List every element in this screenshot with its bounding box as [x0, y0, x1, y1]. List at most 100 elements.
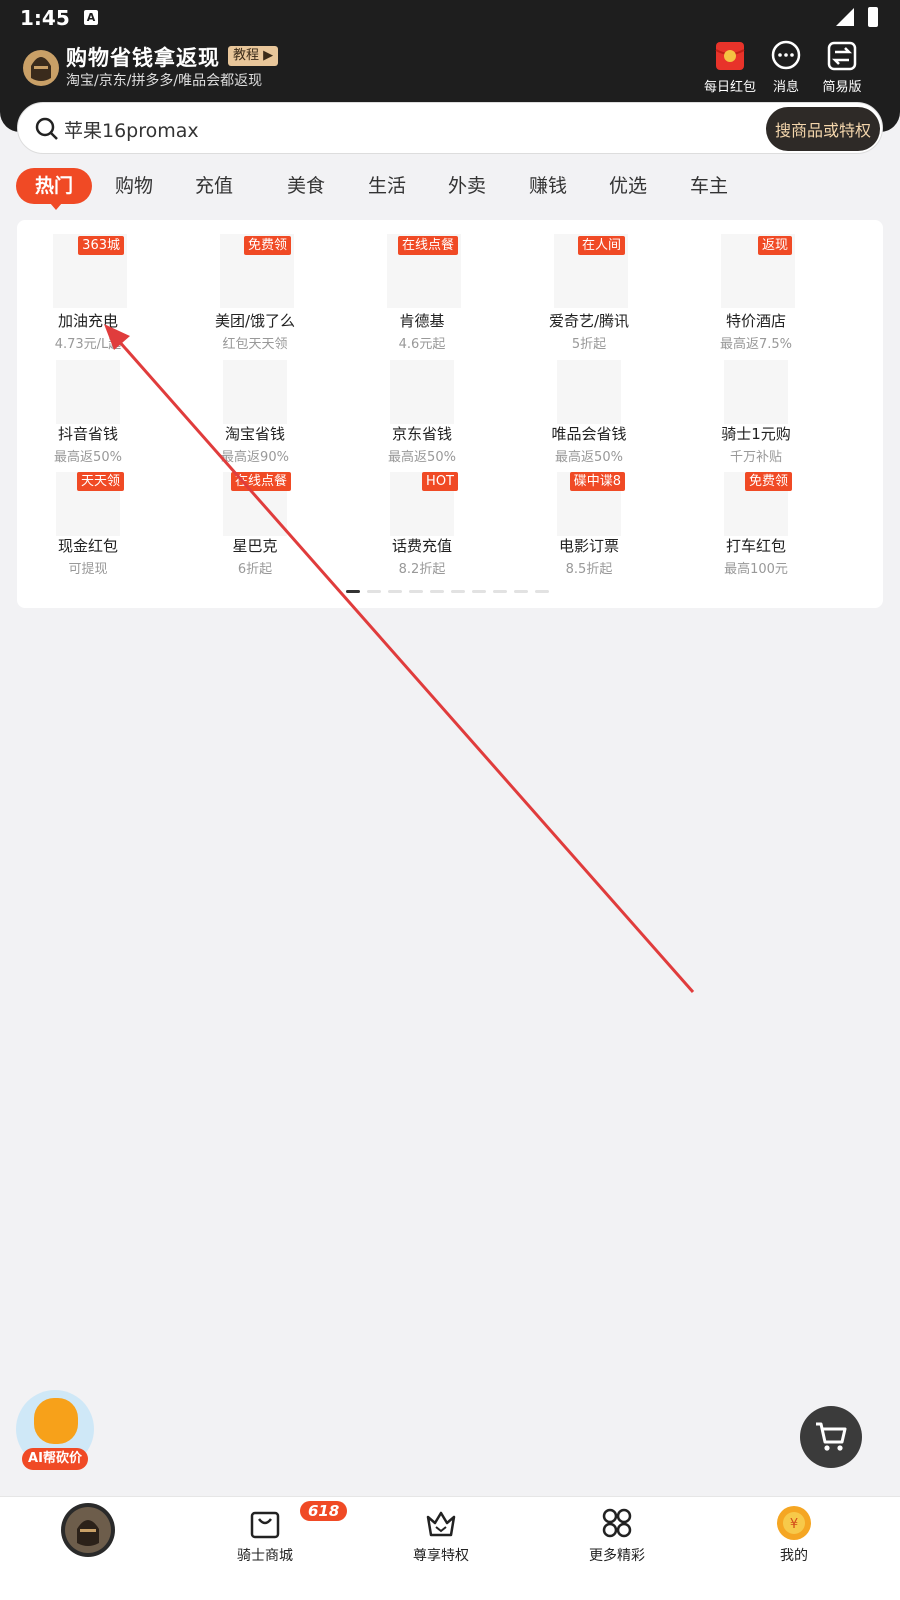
nav-home[interactable] — [28, 1503, 148, 1557]
item-badge: 在人间 — [577, 236, 625, 255]
tab-selected[interactable]: 优选 — [609, 168, 647, 204]
tutorial-button[interactable]: 教程 ▶ — [228, 46, 279, 66]
coin-avatar-icon: ¥ — [777, 1506, 811, 1540]
item-name: 唯品会省钱 — [551, 425, 627, 443]
page-dot — [409, 590, 423, 593]
tutorial-label: 教程 — [233, 48, 260, 63]
page-dot — [346, 590, 360, 593]
grid-item-movie-ticket[interactable]: 碟中谍8 电影订票 8.5折起 — [519, 472, 659, 582]
tab-life[interactable]: 生活 — [368, 168, 406, 204]
message-button[interactable]: 消息 — [756, 40, 816, 95]
item-name: 抖音省钱 — [57, 425, 118, 443]
jd-image — [390, 360, 454, 424]
grid-item-vip[interactable]: 唯品会省钱 最高返50% — [519, 360, 659, 470]
message-icon — [771, 40, 801, 70]
grid-item-phone-recharge[interactable]: HOT 话费充值 8.2折起 — [352, 472, 492, 582]
item-sub: 6折起 — [237, 562, 273, 577]
douyin-image — [56, 360, 120, 424]
shopping-bag-icon — [250, 1511, 280, 1539]
item-name: 美团/饿了么 — [214, 312, 296, 330]
item-badge: HOT — [422, 472, 458, 491]
search-bar: 搜商品或特权 — [17, 102, 883, 154]
tab-car-owner[interactable]: 车主 — [690, 168, 728, 204]
status-time: 1:45 — [20, 6, 70, 30]
item-name: 星巴克 — [232, 537, 278, 555]
grid-item-kfc[interactable]: 在线点餐 肯德基 4.6元起 — [352, 220, 492, 352]
nav-more[interactable]: 更多精彩 — [557, 1505, 677, 1565]
daily-red-envelope-label: 每日红包 — [703, 80, 756, 95]
item-name: 特价酒店 — [725, 312, 786, 330]
daily-red-envelope-button[interactable]: 每日红包 — [700, 40, 760, 95]
item-sub: 红包天天领 — [222, 337, 288, 352]
simple-mode-label: 简易版 — [822, 80, 862, 95]
grid-item-cash-redpack[interactable]: 天天领 现金红包 可提现 — [18, 472, 158, 582]
switch-icon — [827, 41, 857, 71]
grid-item-hotel[interactable]: 返现 特价酒店 最高返7.5% — [686, 220, 826, 352]
tab-takeout[interactable]: 外卖 — [448, 168, 486, 204]
grid-item-knight-1yuan[interactable]: 骑士1元购 千万补贴 — [686, 360, 826, 470]
ai-bargain-label: AI帮砍价 — [22, 1448, 88, 1470]
grid-icon — [602, 1508, 632, 1538]
grid-item-douyin[interactable]: 抖音省钱 最高返50% — [18, 360, 158, 470]
grid-item-taobao[interactable]: 淘宝省钱 最高返90% — [185, 360, 325, 470]
item-sub: 4.6元起 — [398, 337, 446, 352]
search-input[interactable] — [64, 113, 714, 145]
page-indicator — [346, 590, 549, 594]
item-sub: 5折起 — [571, 337, 607, 352]
signal-icon — [836, 8, 854, 26]
item-name: 打车红包 — [725, 537, 786, 555]
nav-knight-mall-label: 骑士商城 — [237, 1548, 293, 1564]
page-dot — [367, 590, 381, 593]
tab-recharge[interactable]: 充值 — [195, 168, 233, 204]
accessibility-icon: A — [84, 10, 98, 25]
item-name: 京东省钱 — [391, 425, 452, 443]
item-sub: 最高100元 — [724, 562, 788, 577]
robot-mascot-icon — [34, 1398, 78, 1444]
nav-more-label: 更多精彩 — [589, 1548, 645, 1564]
service-grid: 363城 加油充电 4.73元/L起 免费领 美团/饿了么 红包天天领 在线点餐… — [17, 220, 883, 608]
message-label: 消息 — [772, 80, 799, 95]
page-dot — [535, 590, 549, 593]
knight-1yuan-image — [724, 360, 788, 424]
grid-item-refuel[interactable]: 363城 加油充电 4.73元/L起 — [18, 220, 158, 352]
simple-mode-button[interactable]: 简易版 — [812, 40, 872, 95]
grid-item-jd[interactable]: 京东省钱 最高返50% — [352, 360, 492, 470]
app-subtitle: 淘宝/京东/拼多多/唯品会都返现 — [66, 73, 263, 89]
item-sub: 最高返50% — [555, 450, 623, 465]
red-envelope-icon — [715, 42, 745, 70]
item-badge: 在线点餐 — [230, 472, 291, 491]
item-badge: 在线点餐 — [397, 236, 458, 255]
search-button[interactable]: 搜商品或特权 — [766, 107, 880, 151]
grid-item-meituan[interactable]: 免费领 美团/饿了么 红包天天领 — [185, 220, 325, 352]
grid-item-starbucks[interactable]: 在线点餐 星巴克 6折起 — [185, 472, 325, 582]
page-dot — [514, 590, 528, 593]
nav-mine[interactable]: ¥ 我的 — [734, 1505, 854, 1565]
item-sub: 最高返90% — [221, 450, 289, 465]
grid-item-iqiyi[interactable]: 在人间 爱奇艺/腾讯 5折起 — [519, 220, 659, 352]
item-name: 现金红包 — [57, 537, 118, 555]
tab-hot[interactable]: 热门 — [16, 168, 92, 210]
knight-logo-icon — [61, 1503, 115, 1557]
battery-icon — [868, 7, 878, 27]
item-sub: 千万补贴 — [729, 450, 782, 465]
ai-bargain-button[interactable]: AI帮砍价 — [16, 1390, 96, 1472]
cart-button[interactable] — [800, 1406, 862, 1468]
nav-privileges-label: 尊享特权 — [413, 1548, 469, 1564]
tab-shopping[interactable]: 购物 — [115, 168, 153, 204]
item-sub: 最高返50% — [54, 450, 122, 465]
tab-food[interactable]: 美食 — [287, 168, 325, 204]
item-badge: 免费领 — [744, 472, 792, 491]
grid-item-taxi-redpack[interactable]: 免费领 打车红包 最高100元 — [686, 472, 826, 582]
item-badge: 碟中谍8 — [569, 472, 625, 491]
item-sub: 8.5折起 — [565, 562, 613, 577]
item-name: 淘宝省钱 — [224, 425, 285, 443]
item-name: 爱奇艺/腾讯 — [548, 312, 630, 330]
page-dot — [472, 590, 486, 593]
item-name: 话费充值 — [391, 537, 452, 555]
nav-privileges[interactable]: 尊享特权 — [381, 1505, 501, 1565]
item-name: 电影订票 — [558, 537, 619, 555]
tab-earn[interactable]: 赚钱 — [529, 168, 567, 204]
nav-mine-label: 我的 — [780, 1548, 808, 1564]
badge-618: 618 — [300, 1501, 348, 1521]
cart-icon — [816, 1422, 847, 1451]
